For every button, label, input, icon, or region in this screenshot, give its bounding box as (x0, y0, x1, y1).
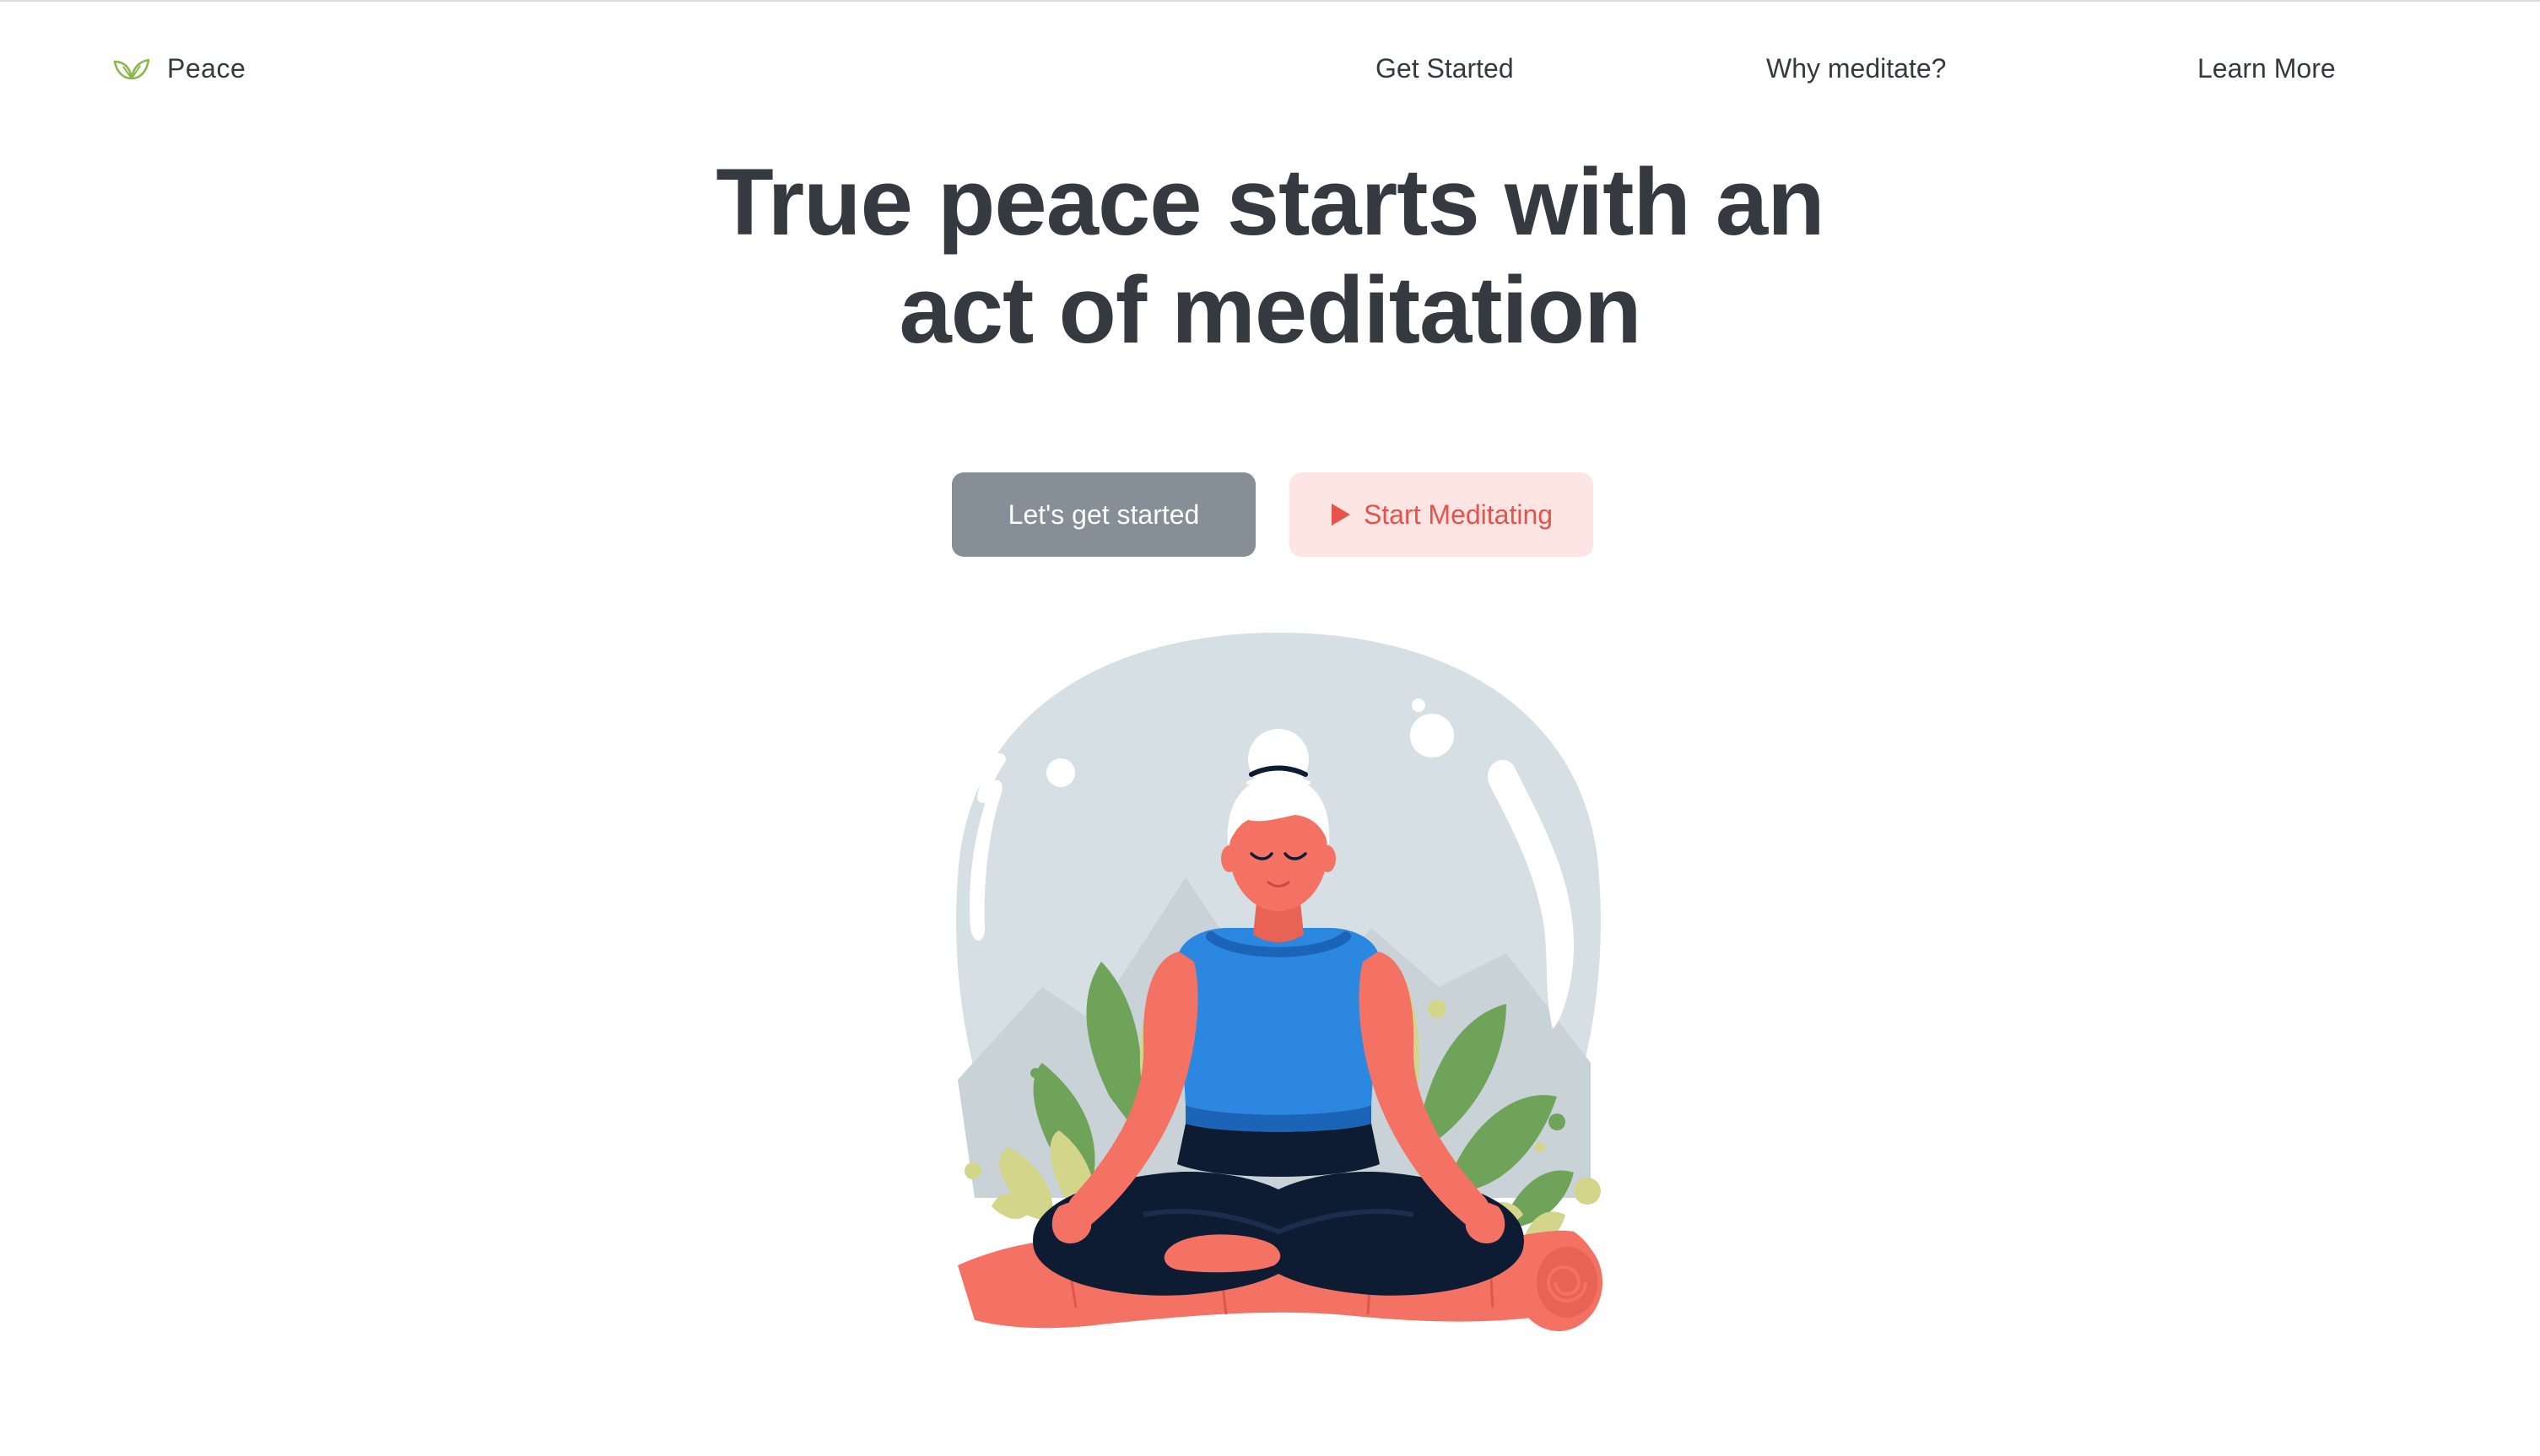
brand-logo[interactable]: Peace (111, 47, 246, 89)
plant-dot-8 (1535, 1142, 1545, 1152)
bubble-dot-3 (1046, 758, 1075, 787)
hero-title-line-2: act of meditation (899, 257, 1641, 363)
navbar: Peace Get Started Why meditate? Learn Mo… (0, 0, 2540, 135)
meditating-woman-illustration (956, 633, 1602, 1331)
hero-title-line-1: True peace starts with an (716, 149, 1824, 255)
plant-dot-5 (1428, 1000, 1446, 1018)
brand-name: Peace (167, 52, 246, 84)
meditation-illustration (932, 624, 1624, 1333)
plant-dot-2 (1030, 1068, 1040, 1078)
play-icon (1331, 504, 1350, 526)
plant-dot-1 (1035, 1089, 1050, 1104)
yoga-mat-roll (1515, 1233, 1602, 1331)
hero-actions: Let's get started Start Meditating (0, 472, 2540, 557)
nav-link-get-started[interactable]: Get Started (1375, 47, 1514, 89)
bubble-dot-1 (1410, 714, 1454, 758)
plant-dot-6 (1548, 1114, 1565, 1130)
plant-dot-3 (965, 1162, 981, 1179)
plant-dot-4 (998, 1159, 1008, 1169)
nav-link-learn-more[interactable]: Learn More (2197, 47, 2336, 89)
start-meditating-label: Start Meditating (1363, 499, 1554, 530)
nav-link-why-meditate[interactable]: Why meditate? (1766, 47, 1946, 89)
left-ear (1221, 845, 1238, 872)
plant-dot-7 (1574, 1178, 1601, 1205)
lets-get-started-label: Let's get started (1008, 499, 1200, 530)
lets-get-started-button[interactable]: Let's get started (952, 472, 1256, 557)
bubble-dot-2 (1412, 698, 1425, 712)
start-meditating-button[interactable]: Start Meditating (1289, 472, 1593, 557)
leaf-icon (113, 58, 150, 80)
right-ear (1319, 845, 1336, 872)
hero-title: True peace starts with an act of meditat… (511, 148, 2029, 364)
